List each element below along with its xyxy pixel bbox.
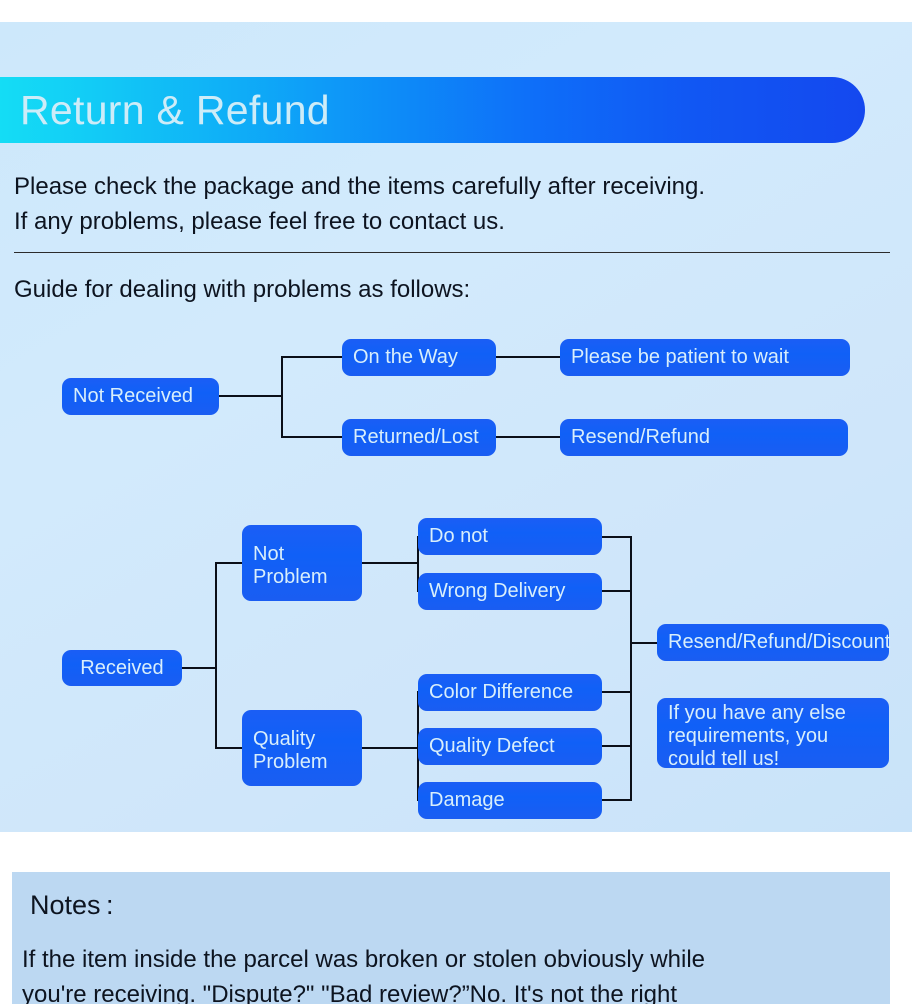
node-color-difference-label: Color Difference [429,681,574,703]
connector-colordifference-to-collector [602,691,632,693]
guide-heading: Guide for dealing with problems as follo… [14,276,471,303]
main-content-panel: Return & Refund Please check the package… [0,22,912,832]
node-returned-lost-label: Returned/Lost [353,426,479,448]
node-received[interactable]: Received [62,650,182,686]
node-not-problem-label-line2: Problem [253,566,328,588]
connector-notreceived-to-ontheway [281,356,343,358]
node-not-received-label: Not Received [73,385,194,407]
node-any-else-requirements-line3: could tell us! [668,747,780,770]
node-please-be-patient-label: Please be patient to wait [571,346,789,368]
connector-collector-spine [630,536,632,801]
connector-notreceived-to-returnedlost [281,436,343,438]
connector-donot-to-collector [602,536,632,538]
notes-line-1: If the item inside the parcel was broken… [22,946,706,973]
node-color-difference[interactable]: Color Difference [418,674,602,711]
connector-collector-to-resend-discount [630,642,660,644]
node-please-be-patient[interactable]: Please be patient to wait [560,339,850,376]
section-divider [14,252,890,253]
node-resend-refund-discount-label: Resend/Refund/Discount [668,631,891,653]
connector-received-spine [215,562,217,748]
node-any-else-requirements-line1: If you have any else [668,701,846,724]
node-any-else-requirements-line2: requirements, you [668,724,829,747]
node-damage[interactable]: Damage [418,782,602,819]
node-resend-refund-label: Resend/Refund [571,426,710,448]
node-quality-problem[interactable]: Quality Problem [242,710,362,786]
node-damage-label: Damage [429,789,505,811]
node-quality-problem-label-line1: Quality [253,728,316,750]
connector-notproblem-stem [362,562,418,564]
connector-received-stem [182,667,216,669]
connector-received-to-qualityproblem [215,747,243,749]
notes-body: If the item inside the parcel was broken… [22,942,882,1004]
node-not-received[interactable]: Not Received [62,378,219,415]
intro-line-2: If any problems, please feel free to con… [14,208,505,235]
node-resend-refund[interactable]: Resend/Refund [560,419,848,456]
connector-returnedlost-to-resend [496,436,562,438]
connector-notreceived-spine [281,356,283,437]
node-on-the-way-label: On the Way [353,346,458,368]
node-not-problem[interactable]: Not Problem [242,525,362,601]
node-not-problem-label-line1: Not [253,543,285,565]
node-on-the-way[interactable]: On the Way [342,339,496,376]
node-quality-defect[interactable]: Quality Defect [418,728,602,765]
connector-qualityproblem-stem [362,747,418,749]
node-wrong-delivery[interactable]: Wrong Delivery [418,573,602,610]
node-quality-defect-label: Quality Defect [429,735,555,757]
intro-paragraph: Please check the package and the items c… [14,169,894,239]
notes-line-2: you're receiving. "Dispute?" "Bad review… [22,981,678,1004]
page-root: Return & Refund Please check the package… [0,0,912,1004]
page-title: Return & Refund [20,86,330,133]
notes-panel: Notes : If the item inside the parcel wa… [12,872,890,1004]
node-received-label: Received [80,656,164,679]
node-do-not[interactable]: Do not [418,518,602,555]
node-wrong-delivery-label: Wrong Delivery [429,580,566,602]
node-do-not-label: Do not [429,525,488,547]
connector-damage-to-collector [602,799,632,801]
node-returned-lost[interactable]: Returned/Lost [342,419,496,456]
node-resend-refund-discount[interactable]: Resend/Refund/Discount [657,624,891,661]
connector-received-to-notproblem [215,562,243,564]
connector-ontheway-to-wait [496,356,562,358]
node-any-else-requirements[interactable]: If you have any else requirements, you c… [657,698,889,770]
connector-wrongdelivery-to-collector [602,590,632,592]
connector-notreceived-stem [218,395,282,397]
intro-line-1: Please check the package and the items c… [14,173,706,200]
connector-qualitydefect-to-collector [602,745,632,747]
notes-title: Notes : [30,890,114,920]
page-header-banner: Return & Refund [0,77,865,143]
node-quality-problem-label-line2: Problem [253,751,328,773]
